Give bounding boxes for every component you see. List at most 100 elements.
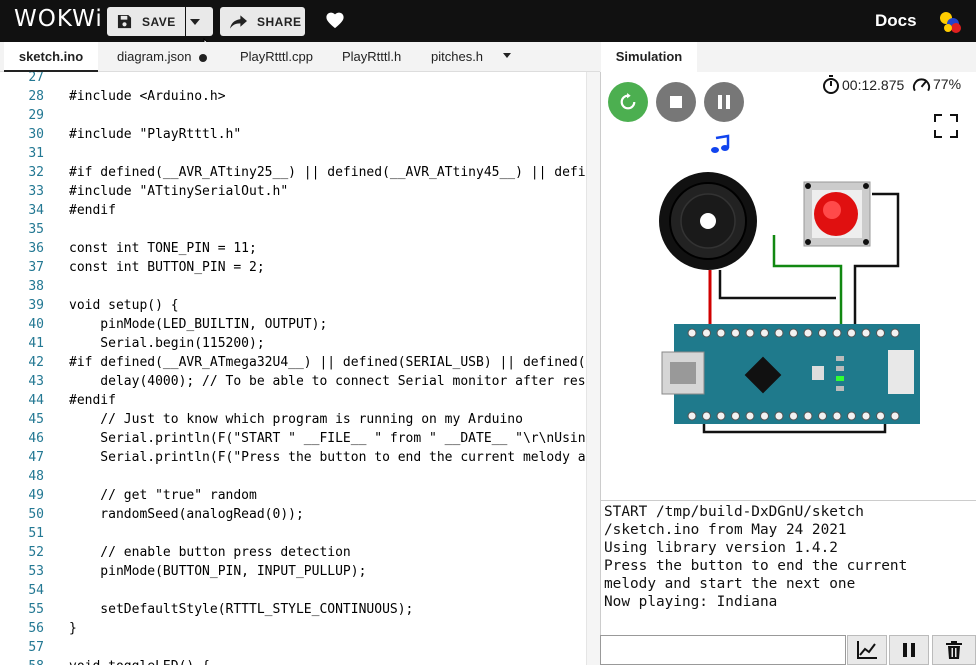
header-pin[interactable] [847,411,856,421]
header-pin[interactable] [803,328,813,338]
plotter-button[interactable] [847,635,887,665]
code-line[interactable]: 35 [0,220,600,239]
docs-link[interactable]: Docs [875,11,917,31]
save-options-button[interactable] [186,7,213,36]
code-line[interactable]: 41 Serial.begin(115200); [0,334,600,353]
code-line[interactable]: 38 [0,277,600,296]
header-pin[interactable] [847,328,856,338]
serial-input-field[interactable] [600,635,846,665]
arduino-nano-board[interactable] [661,324,920,424]
tab-simulation[interactable]: Simulation [601,42,697,72]
code-line[interactable]: 46 Serial.println(F("START " __FILE__ " … [0,429,600,448]
share-button[interactable]: SHARE [220,7,305,36]
header-pin[interactable] [861,328,871,338]
code-line[interactable]: 31 [0,144,600,163]
header-pin[interactable] [731,328,740,338]
header-pin[interactable] [789,411,798,421]
header-pin[interactable] [861,411,871,421]
code-line[interactable]: 29 [0,106,600,125]
code-line[interactable]: 58 void toggleLED() { [0,657,600,665]
wokwi-logo[interactable]: WOKWi [14,6,103,32]
header-pin[interactable] [803,411,813,421]
code-line[interactable]: 50 randomSeed(analogRead(0)); [0,505,600,524]
header-pin[interactable] [702,411,711,421]
code-line[interactable]: 30 #include "PlayRtttl.h" [0,125,600,144]
header-pin[interactable] [890,328,900,338]
code-line[interactable]: 40 pinMode(LED_BUILTIN, OUTPUT); [0,315,600,334]
code-line[interactable]: 45 // Just to know which program is runn… [0,410,600,429]
restart-simulation-button[interactable] [608,82,648,122]
code-line[interactable]: 54 [0,581,600,600]
header-pin[interactable] [789,328,798,338]
code-line[interactable]: 55 setDefaultStyle(RTTTL_STYLE_CONTINUOU… [0,600,600,619]
code-text: #endif [69,393,116,408]
pause-serial-button[interactable] [889,635,929,665]
header-pin[interactable] [876,411,885,421]
code-line[interactable]: 52 // enable button press detection [0,543,600,562]
code-line[interactable]: 36 const int TONE_PIN = 11; [0,239,600,258]
code-line[interactable]: 28 #include <Arduino.h> [0,87,600,106]
header-pin[interactable] [876,328,885,338]
code-line[interactable]: 33 #include "ATtinySerialOut.h" [0,182,600,201]
code-line[interactable]: 53 pinMode(BUTTON_PIN, INPUT_PULLUP); [0,562,600,581]
tab-sketch-ino[interactable]: sketch.ino [4,42,98,72]
code-line[interactable]: 47 Serial.println(F("Press the button to… [0,448,600,467]
buzzer-ground-wire[interactable] [718,270,836,300]
header-pin[interactable] [760,328,769,338]
code-line[interactable]: 37 const int BUTTON_PIN = 2; [0,258,600,277]
code-line[interactable]: 39 void setup() { [0,296,600,315]
floppy-disk-icon [117,14,132,29]
header-pin[interactable] [818,328,827,338]
buzzer-component[interactable] [659,172,757,270]
heart-icon[interactable] [325,11,345,29]
code-text: pinMode(BUTTON_PIN, INPUT_PULLUP); [69,564,367,579]
code-line[interactable]: 49 // get "true" random [0,486,600,505]
code-line[interactable]: 51 [0,524,600,543]
line-number: 47 [28,450,44,465]
header-pin[interactable] [687,411,697,421]
header-pin[interactable] [716,328,726,338]
line-number: 46 [28,431,44,446]
code-editor[interactable]: 58void toggleLED() {5756}55 setDefaultSt… [0,72,600,665]
header-pin[interactable] [818,411,827,421]
header-pin[interactable] [890,411,900,421]
code-line[interactable]: 43 delay(4000); // To be able to connect… [0,372,600,391]
code-line[interactable]: 56} [0,619,600,638]
code-text: #include <Arduino.h> [69,89,226,104]
code-text: void setup() { [69,298,179,313]
code-line[interactable]: 34 #endif [0,201,600,220]
tab-diagram-json[interactable]: diagram.json [117,42,191,72]
tab-pitches-h[interactable]: pitches.h [431,42,483,72]
header-pins-bottom [687,411,900,421]
code-line[interactable]: 44 #endif [0,391,600,410]
code-line[interactable]: 48 [0,467,600,486]
save-button[interactable]: SAVE [107,7,185,36]
header-pin[interactable] [745,328,755,338]
header-pin[interactable] [774,411,784,421]
header-pin[interactable] [774,328,784,338]
header-pin[interactable] [832,411,842,421]
stop-simulation-button[interactable] [656,82,696,122]
header-pin[interactable] [760,411,769,421]
code-line[interactable]: 57 [0,638,600,657]
header-pin[interactable] [731,411,740,421]
pushbutton-component[interactable] [803,181,871,247]
header-pin[interactable] [745,411,755,421]
code-line[interactable]: 42 #if defined(__AVR_ATmega32U4__) || def… [0,353,600,372]
line-number: 49 [28,488,44,503]
header-pin[interactable] [687,328,697,338]
user-avatar[interactable] [938,10,962,34]
header-pin[interactable] [832,328,842,338]
tab-playrtttl-h[interactable]: PlayRtttl.h [342,42,401,72]
clear-serial-button[interactable] [932,635,976,665]
tab-playrtttl-cpp[interactable]: PlayRtttl.cpp [240,42,313,72]
code-text: #if defined(__AVR_ATtiny25__) || defined… [69,165,594,180]
editor-scrollbar[interactable] [586,72,600,665]
code-line[interactable]: 27 [0,72,600,87]
header-pin[interactable] [716,411,726,421]
button-green-wire[interactable] [772,235,843,330]
code-line[interactable]: 32 #if defined(__AVR_ATtiny25__) || defin… [0,163,600,182]
more-tabs-chevron-icon[interactable] [503,53,511,58]
header-pin[interactable] [702,328,711,338]
pause-simulation-button[interactable] [704,82,744,122]
